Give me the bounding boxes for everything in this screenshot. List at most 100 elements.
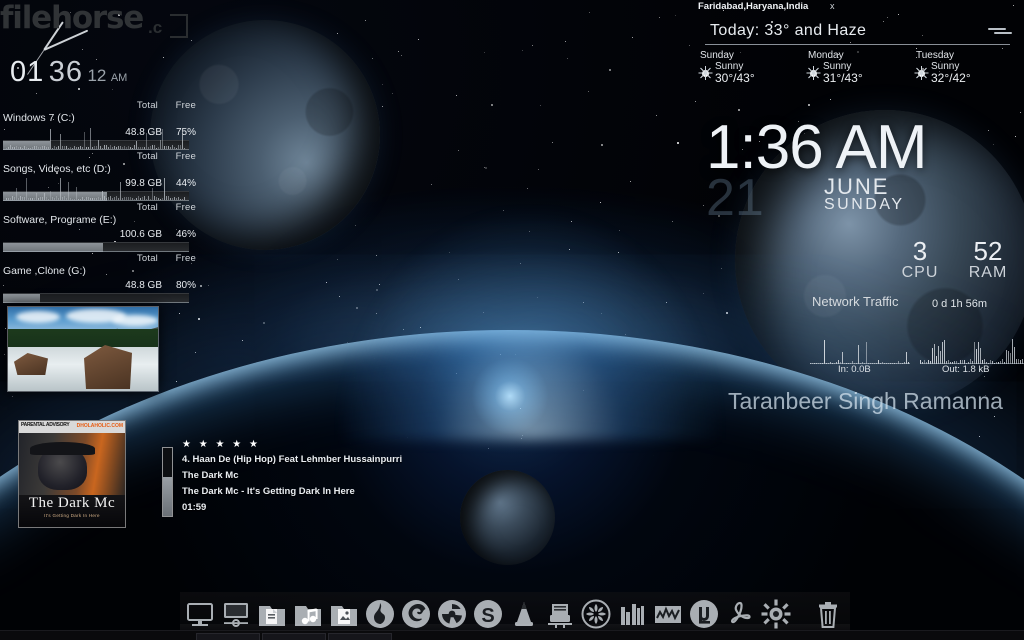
network-spike <box>1012 338 1013 364</box>
clock-hour: 01 <box>10 56 45 88</box>
star <box>176 381 177 382</box>
drive-column-headers: Total Free <box>118 202 196 213</box>
drive-row[interactable]: Total Free Game ,Clone (G:) 48.8 GB 80% <box>0 253 200 304</box>
star <box>527 188 528 189</box>
weather-location: Faridabad,Haryana,India <box>698 1 809 12</box>
slideshow-photo-widget[interactable] <box>7 306 159 392</box>
taskbar-button[interactable] <box>262 633 326 640</box>
drive-row[interactable]: Total Free Software, Programe (E:) 100.6 GB… <box>0 202 200 253</box>
drive-spike <box>98 140 99 149</box>
taskbar-button[interactable] <box>196 633 260 640</box>
drive-spike <box>16 187 17 200</box>
star <box>552 142 553 143</box>
star <box>721 268 722 269</box>
parental-advisory-label: PARENTAL ADVISORY <box>21 422 70 428</box>
drive-column-headers: Total Free <box>118 100 196 111</box>
drive-spike <box>152 188 153 200</box>
star <box>326 282 327 283</box>
network-out-label: Out: 1.8 kB <box>942 364 990 375</box>
drive-spike <box>136 141 137 149</box>
forecast-day-name: Tuesday <box>916 50 954 61</box>
drive-spike <box>146 132 147 149</box>
network-spike <box>938 346 939 364</box>
drive-free-header: Free <box>175 253 196 264</box>
album-art-site-label: DHOLAHOLIC.COM <box>76 423 123 429</box>
track-album: The Dark Mc - It's Getting Dark In Here <box>182 486 355 497</box>
star <box>830 99 831 100</box>
network-spike <box>1006 350 1007 364</box>
weather-widget[interactable]: Faridabad,Haryana,India x Today: 33° and… <box>690 0 1024 98</box>
star <box>401 55 402 56</box>
drive-spike <box>160 139 161 149</box>
taskbar[interactable] <box>0 630 1024 640</box>
network-in-label: In: 0.0B <box>838 364 871 375</box>
weather-today: Today: 33° and Haze <box>710 22 867 39</box>
track-rating-stars[interactable]: ★ ★ ★ ★ ★ <box>182 439 260 450</box>
cpu-value: 3 <box>912 236 928 266</box>
taskbar-button[interactable] <box>328 633 392 640</box>
star <box>179 313 180 314</box>
star <box>695 101 696 102</box>
star <box>522 50 523 51</box>
forecast-day-name: Sunday <box>700 50 734 61</box>
network-spike <box>1014 346 1015 364</box>
desktop[interactable]: 01 36 12 AM Total Free Windows 7 (C:) 48.8 … <box>0 0 1024 640</box>
star <box>609 69 611 71</box>
star <box>808 104 810 106</box>
forecast-temps: 30°/43° <box>715 71 755 85</box>
star <box>738 109 740 111</box>
drive-row[interactable]: Total Free Songs, Videos, etc (D:) 99.8 GB 4… <box>0 151 200 202</box>
volume-level <box>163 476 172 516</box>
track-artist: The Dark Mc <box>182 470 239 481</box>
drive-spike <box>90 128 91 149</box>
star <box>208 285 209 286</box>
track-title: 4. Haan De (Hip Hop) Feat Lehmber Hussai… <box>182 454 403 465</box>
drive-spike <box>60 178 61 200</box>
drive-free-header: Free <box>175 100 196 111</box>
drive-spike <box>36 193 37 200</box>
photo-cloud <box>16 311 60 323</box>
moon-small <box>460 470 555 565</box>
drive-row[interactable]: Total Free Windows 7 (C:) 48.8 GB 75% <box>0 100 200 151</box>
star <box>630 181 631 182</box>
drive-spike <box>44 192 45 200</box>
photo-cloud <box>112 315 158 326</box>
network-title: Network Traffic <box>812 294 899 309</box>
forecast-temps: 32°/42° <box>931 71 971 85</box>
star <box>656 115 657 116</box>
drive-spike <box>84 132 85 149</box>
drive-meters-widget[interactable]: Total Free Windows 7 (C:) 48.8 GB 75% Total Fr… <box>0 100 200 304</box>
drive-spike <box>68 181 69 200</box>
star <box>589 12 590 13</box>
watermark-text: filehorse <box>0 0 144 36</box>
digital-clock: 01 36 12 AM <box>10 56 127 89</box>
close-icon[interactable]: x <box>830 1 835 11</box>
network-spike <box>978 342 979 364</box>
star <box>532 45 533 46</box>
star <box>392 93 393 94</box>
star <box>567 58 568 59</box>
forecast-day: Sunday Sunny 30°/43° <box>698 50 802 84</box>
network-in-graph <box>810 336 910 364</box>
network-out-graph <box>920 336 1024 364</box>
star <box>677 142 679 144</box>
network-spike <box>824 340 825 364</box>
album-art-photo <box>19 433 125 495</box>
network-spike <box>934 343 935 364</box>
weather-divider <box>705 44 1010 45</box>
volume-slider[interactable] <box>162 447 173 517</box>
network-spike <box>858 344 859 364</box>
forecast-day: Tuesday Sunny 32°/42° <box>914 50 1018 84</box>
star <box>632 37 633 38</box>
track-time: 01:59 <box>182 502 207 513</box>
sunny-icon <box>698 66 712 80</box>
sunny-icon <box>914 66 928 80</box>
network-traffic-widget: Network Traffic 0 d 1h 56m In: 0.0B Out:… <box>790 294 1024 384</box>
clock-ampm: AM <box>110 72 128 84</box>
drive-total-header: Total <box>136 151 158 162</box>
drive-spike <box>26 178 27 200</box>
star <box>382 84 383 85</box>
album-art[interactable]: PARENTAL ADVISORY DHOLAHOLIC.COM The Dar… <box>18 420 126 528</box>
music-player-widget[interactable]: PARENTAL ADVISORY DHOLAHOLIC.COM The Dar… <box>10 420 402 528</box>
cpu-meter: 3 CPU <box>890 238 950 282</box>
